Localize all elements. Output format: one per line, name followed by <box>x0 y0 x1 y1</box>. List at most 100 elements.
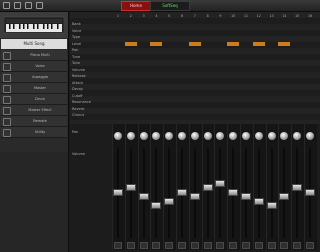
param-cell[interactable] <box>278 106 290 112</box>
param-cell[interactable] <box>278 80 290 86</box>
fader-cap[interactable] <box>113 188 123 196</box>
param-cell[interactable] <box>125 93 137 99</box>
param-cell[interactable] <box>112 99 124 105</box>
param-cell[interactable] <box>189 93 201 99</box>
param-cell[interactable] <box>240 112 252 118</box>
param-cell[interactable] <box>138 60 150 66</box>
param-cell[interactable] <box>304 112 316 118</box>
param-cell[interactable] <box>240 93 252 99</box>
param-cell[interactable] <box>291 73 303 79</box>
param-cell[interactable] <box>266 41 278 47</box>
param-cell[interactable] <box>227 112 239 118</box>
channel-button[interactable] <box>152 242 161 249</box>
param-cell[interactable] <box>214 73 226 79</box>
param-cell[interactable] <box>138 93 150 99</box>
param-cell[interactable] <box>227 67 239 73</box>
param-cell[interactable] <box>163 106 175 112</box>
param-cell[interactable] <box>202 54 214 60</box>
param-cell[interactable] <box>189 106 201 112</box>
param-cell[interactable] <box>125 67 137 73</box>
param-cell[interactable] <box>278 54 290 60</box>
fader-cap[interactable] <box>177 188 187 196</box>
param-cell[interactable] <box>176 80 188 86</box>
param-cell[interactable] <box>291 54 303 60</box>
param-cell[interactable] <box>163 73 175 79</box>
param-cell[interactable] <box>163 60 175 66</box>
param-cell[interactable] <box>202 93 214 99</box>
param-cell[interactable] <box>176 93 188 99</box>
param-cell[interactable] <box>138 86 150 92</box>
param-cell[interactable] <box>214 67 226 73</box>
param-cell[interactable] <box>266 80 278 86</box>
param-cell[interactable] <box>112 106 124 112</box>
fader-cap[interactable] <box>151 202 162 209</box>
pan-knob[interactable] <box>267 132 276 140</box>
param-cell[interactable] <box>112 86 124 92</box>
sidebar-item-4[interactable]: Master <box>1 83 67 94</box>
param-cell[interactable] <box>240 80 252 86</box>
param-cell[interactable] <box>189 60 201 66</box>
param-cell[interactable] <box>176 73 188 79</box>
param-cell[interactable] <box>253 112 265 118</box>
param-cell[interactable] <box>138 67 150 73</box>
param-cell[interactable] <box>240 67 252 73</box>
param-cell[interactable] <box>189 34 201 40</box>
channel-button[interactable] <box>293 242 302 249</box>
param-cell[interactable] <box>112 34 124 40</box>
fader-cap[interactable] <box>228 188 239 196</box>
param-cell[interactable] <box>202 60 214 66</box>
param-cell[interactable] <box>176 106 188 112</box>
channel-button[interactable] <box>280 242 289 249</box>
param-cell[interactable] <box>214 112 226 118</box>
sidebar-item-3[interactable]: Arpeggio <box>1 72 67 83</box>
sidebar-item-2[interactable]: Voice <box>1 61 67 72</box>
param-cell[interactable] <box>125 60 137 66</box>
param-cell[interactable] <box>304 80 316 86</box>
param-cell[interactable] <box>150 54 162 60</box>
param-cell[interactable] <box>266 21 278 27</box>
param-cell[interactable] <box>202 106 214 112</box>
param-cell[interactable] <box>112 93 124 99</box>
param-cell[interactable] <box>266 73 278 79</box>
param-cell[interactable] <box>176 99 188 105</box>
param-cell[interactable] <box>189 54 201 60</box>
channel-button[interactable] <box>178 242 186 249</box>
param-cell[interactable] <box>304 47 316 53</box>
param-cell[interactable] <box>138 80 150 86</box>
param-cell[interactable] <box>278 34 290 40</box>
param-cell[interactable] <box>304 28 316 34</box>
param-cell[interactable] <box>112 80 124 86</box>
param-cell[interactable] <box>176 54 188 60</box>
param-cell[interactable] <box>189 80 201 86</box>
channel-button[interactable] <box>267 242 276 249</box>
param-cell[interactable] <box>176 112 188 118</box>
param-cell[interactable] <box>163 47 175 53</box>
param-cell[interactable] <box>189 47 201 53</box>
fader-track[interactable] <box>257 148 260 238</box>
param-cell[interactable] <box>214 80 226 86</box>
param-cell[interactable] <box>227 106 239 112</box>
param-cell[interactable] <box>176 86 188 92</box>
param-cell[interactable] <box>189 73 201 79</box>
fader-track[interactable] <box>155 148 158 238</box>
param-cell[interactable] <box>176 28 188 34</box>
param-cell[interactable] <box>163 93 175 99</box>
fader-cap[interactable] <box>215 179 226 187</box>
fader-cap[interactable] <box>138 193 149 200</box>
param-cell[interactable] <box>266 60 278 66</box>
param-cell[interactable] <box>202 73 214 79</box>
param-cell[interactable] <box>240 60 252 66</box>
param-cell[interactable] <box>304 93 316 99</box>
param-cell[interactable] <box>227 86 239 92</box>
param-cell[interactable] <box>202 80 214 86</box>
param-cell[interactable] <box>253 106 265 112</box>
param-cell[interactable] <box>202 112 214 118</box>
param-cell[interactable] <box>278 93 290 99</box>
param-cell[interactable] <box>266 54 278 60</box>
param-cell[interactable] <box>304 21 316 27</box>
sidebar-item-5[interactable]: Drum <box>1 94 67 105</box>
param-cell[interactable] <box>252 41 265 46</box>
param-cell[interactable] <box>291 41 303 47</box>
sidebar-item-1[interactable]: Piano Multi <box>1 50 67 61</box>
param-cell[interactable] <box>112 47 124 53</box>
